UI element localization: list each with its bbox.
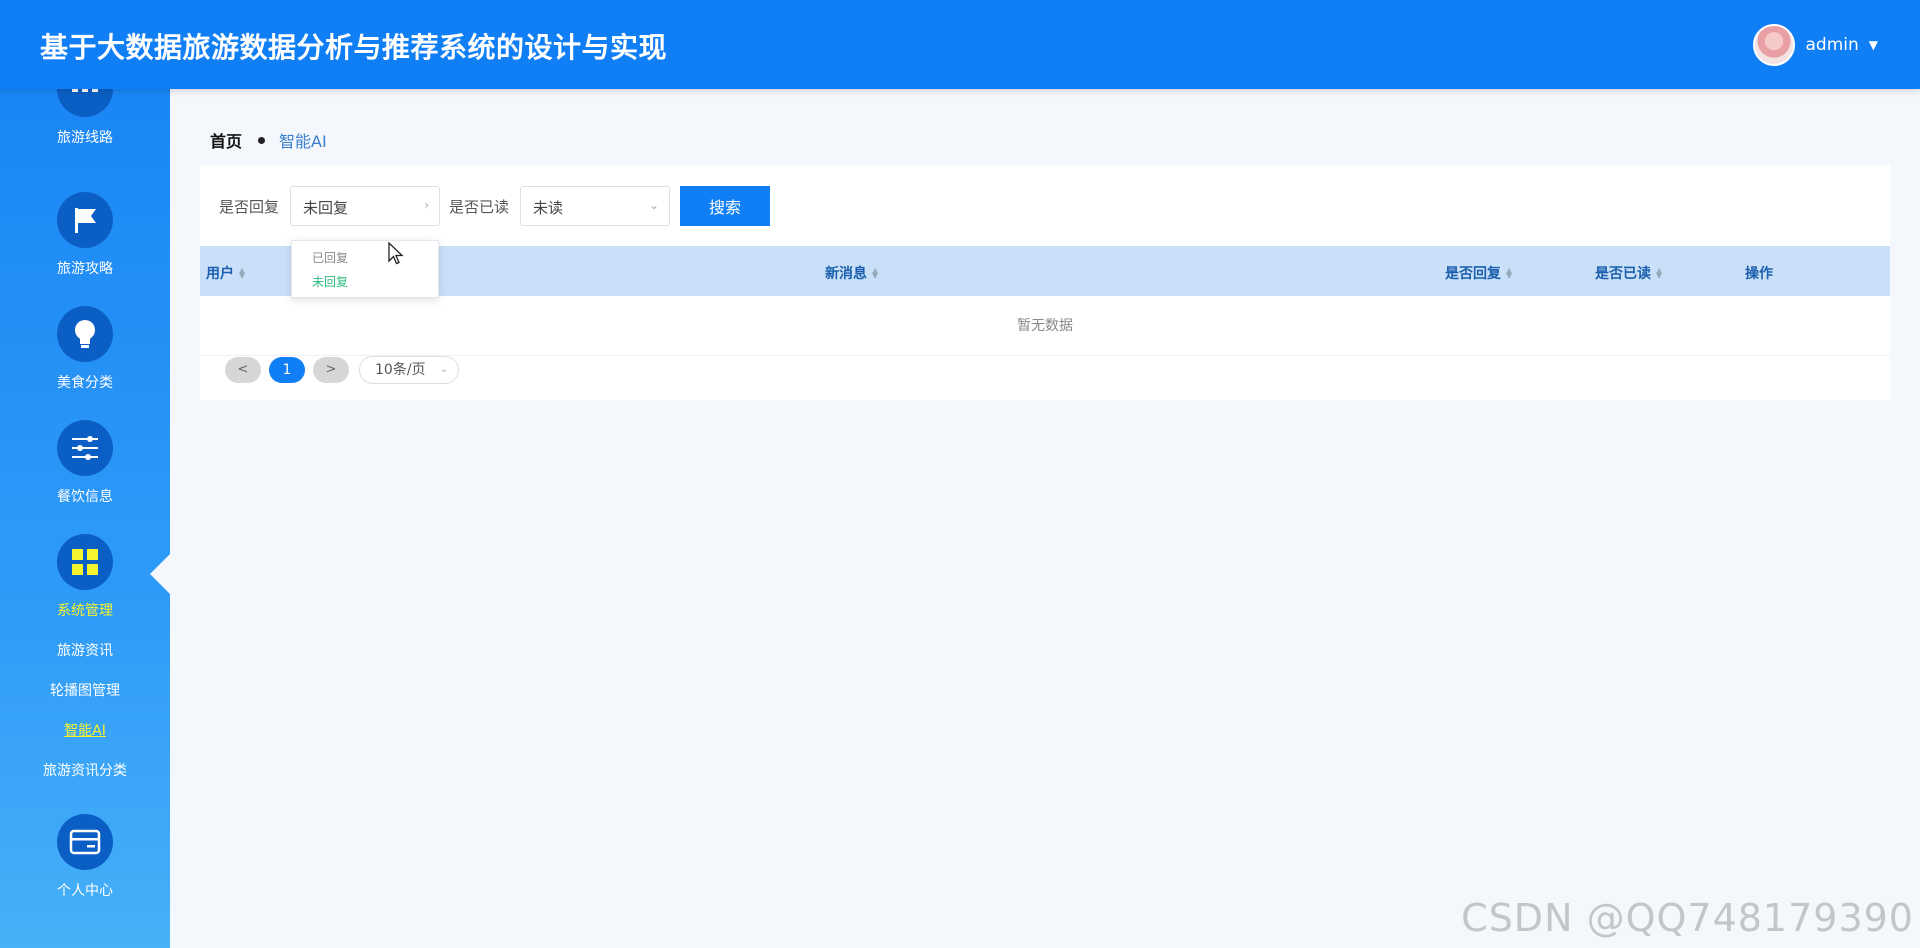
page-size-value: 10条/页 bbox=[375, 362, 426, 378]
dropdown-option-replied[interactable]: 已回复 bbox=[312, 249, 348, 266]
card-icon bbox=[57, 814, 113, 870]
search-button[interactable]: 搜索 bbox=[680, 186, 770, 226]
dots-icon bbox=[57, 89, 113, 117]
read-filter-select[interactable]: 未读 ⌄ bbox=[520, 186, 670, 226]
reply-filter-value: 未回复 bbox=[303, 199, 349, 217]
next-page-button[interactable]: > bbox=[313, 357, 349, 383]
sidebar-item-label: 旅游线路 bbox=[57, 130, 113, 146]
breadcrumb-home[interactable]: 首页 bbox=[210, 128, 242, 152]
chevron-right-icon: › bbox=[424, 198, 429, 212]
sidebar-item-label: 系统管理 bbox=[57, 603, 113, 619]
column-header-new-message[interactable]: 新消息 ▲ ▼ bbox=[825, 263, 878, 283]
mouse-cursor-icon bbox=[388, 242, 404, 265]
sort-icon[interactable]: ▲ ▼ bbox=[239, 267, 245, 280]
table-header: 用户 ▲ ▼ 新消息 ▲ ▼ 是否回复 ▲ ▼ 是否已读 ▲ ▼ 操作 bbox=[200, 246, 1890, 296]
sidebar: 旅游线路 旅游攻略 美食分类 餐饮信息 系统管理 旅游资讯 轮播图管理 智能AI… bbox=[0, 89, 170, 948]
page-size-select[interactable]: 10条/页 ⌄ bbox=[359, 356, 459, 384]
column-header-label: 用户 bbox=[206, 266, 234, 282]
column-header-read[interactable]: 是否已读 ▲ ▼ bbox=[1595, 263, 1662, 283]
user-menu[interactable]: admin ▼ bbox=[1753, 24, 1878, 66]
chevron-down-icon: ⌄ bbox=[439, 364, 448, 375]
sidebar-subitem-travel-news-categories[interactable]: 旅游资讯分类 bbox=[0, 760, 170, 780]
reply-filter-dropdown: 已回复 未回复 bbox=[291, 240, 439, 298]
column-header-label: 是否已读 bbox=[1595, 266, 1651, 282]
watermark: CSDN @QQ748179390 bbox=[1461, 896, 1914, 940]
sidebar-item-food-categories[interactable]: 美食分类 bbox=[0, 306, 170, 392]
table-empty-text: 暂无数据 bbox=[200, 296, 1890, 356]
sidebar-item-label: 个人中心 bbox=[57, 883, 113, 899]
sidebar-item-system-management[interactable]: 系统管理 bbox=[0, 534, 170, 620]
sidebar-subitem-smart-ai[interactable]: 智能AI bbox=[0, 720, 170, 740]
lightbulb-icon bbox=[57, 306, 113, 362]
sliders-icon bbox=[57, 420, 113, 476]
sidebar-subitem-carousel-management[interactable]: 轮播图管理 bbox=[0, 680, 170, 700]
sort-icon[interactable]: ▲ ▼ bbox=[1656, 267, 1662, 280]
top-header: 基于大数据旅游数据分析与推荐系统的设计与实现 admin ▼ bbox=[0, 0, 1920, 89]
sidebar-subitem-travel-news[interactable]: 旅游资讯 bbox=[0, 640, 170, 660]
caret-down-icon[interactable]: ▼ bbox=[1869, 38, 1878, 52]
sidebar-item-dining-info[interactable]: 餐饮信息 bbox=[0, 420, 170, 506]
column-header-actions: 操作 bbox=[1745, 263, 1773, 283]
breadcrumb-separator bbox=[258, 136, 266, 144]
sidebar-item-travel-routes[interactable]: 旅游线路 bbox=[0, 89, 170, 147]
column-header-label: 操作 bbox=[1745, 266, 1773, 282]
app-title: 基于大数据旅游数据分析与推荐系统的设计与实现 bbox=[40, 31, 668, 64]
reply-filter-label: 是否回复 bbox=[219, 198, 280, 216]
active-indicator bbox=[150, 552, 172, 596]
grid-icon bbox=[57, 534, 113, 590]
sidebar-item-travel-guides[interactable]: 旅游攻略 bbox=[0, 192, 170, 278]
page-number-button[interactable]: 1 bbox=[269, 357, 305, 383]
prev-page-button[interactable]: < bbox=[225, 357, 261, 383]
column-header-label: 新消息 bbox=[825, 266, 867, 282]
sort-icon[interactable]: ▲ ▼ bbox=[1506, 267, 1512, 280]
breadcrumb-current: 智能AI bbox=[279, 132, 327, 151]
column-header-user[interactable]: 用户 ▲ ▼ bbox=[206, 263, 245, 283]
sidebar-item-label: 美食分类 bbox=[57, 375, 113, 391]
sidebar-item-label: 餐饮信息 bbox=[57, 489, 113, 505]
read-filter-value: 未读 bbox=[533, 199, 564, 217]
sidebar-item-label: 旅游攻略 bbox=[57, 261, 113, 277]
user-name[interactable]: admin bbox=[1805, 35, 1858, 55]
dropdown-option-not-replied[interactable]: 未回复 bbox=[312, 273, 348, 290]
column-header-label: 是否回复 bbox=[1445, 266, 1501, 282]
column-header-replied[interactable]: 是否回复 ▲ ▼ bbox=[1445, 263, 1512, 283]
reply-filter-select[interactable]: 未回复 › bbox=[290, 186, 440, 226]
sidebar-item-personal-center[interactable]: 个人中心 bbox=[0, 814, 170, 900]
read-filter-label: 是否已读 bbox=[449, 198, 510, 216]
pagination: < 1 > 10条/页 ⌄ bbox=[225, 356, 459, 384]
avatar[interactable] bbox=[1753, 24, 1796, 66]
flag-icon bbox=[57, 192, 113, 248]
sort-icon[interactable]: ▲ ▼ bbox=[872, 267, 878, 280]
chevron-down-icon: ⌄ bbox=[648, 198, 659, 212]
breadcrumb: 首页 智能AI bbox=[210, 128, 327, 152]
